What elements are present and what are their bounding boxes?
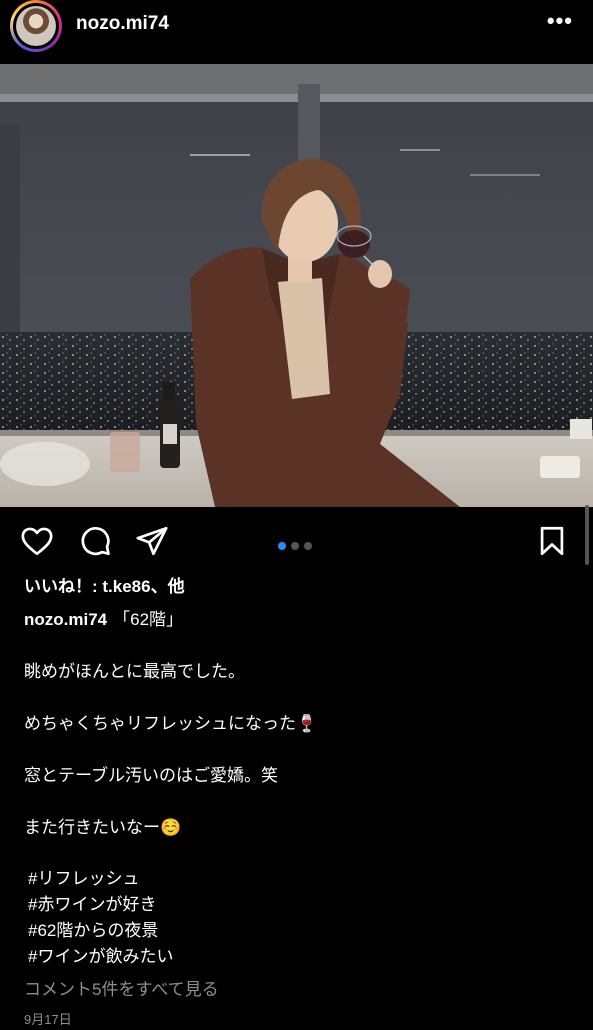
caption-line: また行きたいなー☺️ bbox=[24, 818, 182, 837]
hashtag-link[interactable]: #リフレッシュ bbox=[28, 869, 139, 889]
caption-line: 窓とテーブル汚いのはご愛嬌。笑 bbox=[24, 766, 278, 785]
photo-illustration bbox=[0, 64, 593, 507]
avatar-border bbox=[13, 3, 59, 49]
view-all-comments-link[interactable]: コメント5件をすべて見る bbox=[24, 980, 219, 1000]
carousel-dot bbox=[291, 542, 299, 550]
caption-line: 眺めがほんとに最高でした。 bbox=[24, 662, 245, 681]
scrollbar[interactable] bbox=[585, 505, 589, 565]
bookmark-icon[interactable] bbox=[535, 524, 569, 558]
hashtag-link[interactable]: #赤ワインが好き bbox=[28, 895, 156, 915]
comment-icon[interactable] bbox=[78, 524, 112, 558]
hashtag-link[interactable]: #ワインが飲みたい bbox=[28, 947, 173, 967]
heart-icon[interactable] bbox=[20, 524, 54, 558]
carousel-dot-active bbox=[278, 542, 286, 550]
post-header: nozo.mi74 ••• bbox=[0, 0, 593, 56]
likes-summary[interactable]: いいね！: t.ke86、他 bbox=[24, 577, 185, 597]
post-date: 9月17日 bbox=[24, 1012, 72, 1027]
caption-title: 「62階」 bbox=[113, 610, 184, 629]
more-options-icon[interactable]: ••• bbox=[547, 8, 573, 34]
caption-header: nozo.mi74 「62階」 bbox=[24, 610, 183, 630]
caption-username[interactable]: nozo.mi74 bbox=[24, 610, 107, 629]
post-actions bbox=[0, 518, 593, 566]
caption-line: めちゃくちゃリフレッシュになった🍷 bbox=[24, 714, 318, 733]
carousel-dot bbox=[304, 542, 312, 550]
post-username[interactable]: nozo.mi74 bbox=[76, 13, 169, 35]
avatar[interactable] bbox=[10, 0, 62, 52]
avatar-image bbox=[16, 6, 56, 46]
send-icon[interactable] bbox=[135, 524, 169, 558]
carousel-indicator bbox=[278, 537, 317, 555]
post-photo[interactable] bbox=[0, 64, 593, 507]
hashtag-link[interactable]: #62階からの夜景 bbox=[28, 921, 158, 941]
